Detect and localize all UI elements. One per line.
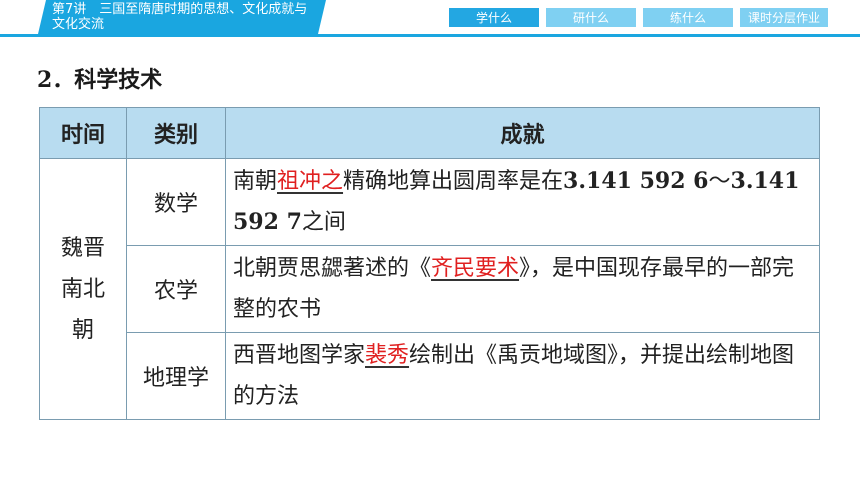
achievement-cell: 南朝祖冲之精确地算出圆周率是在3.141 592 6～3.141 592 7之间 bbox=[225, 158, 820, 246]
category-cell: 数学 bbox=[126, 158, 226, 246]
era-line: 南北 bbox=[60, 276, 105, 302]
range-separator: ～ bbox=[708, 169, 731, 194]
achievement-cell: 西晋地图学家裴秀绘制出《禹贡地域图》，并提出绘制地图的方法 bbox=[225, 332, 820, 420]
category-cell: 农学 bbox=[126, 245, 226, 333]
table-row: 地理学 西晋地图学家裴秀绘制出《禹贡地域图》，并提出绘制地图的方法 bbox=[40, 332, 820, 420]
header-achievement: 成就 bbox=[225, 107, 820, 159]
achievement-text: 西晋地图学家 bbox=[233, 343, 366, 368]
achievements-table: 时间 类别 成就 魏晋 南北 朝 数学 南朝祖冲之精确地算出圆周率是在3.141… bbox=[39, 107, 820, 420]
pi-lower-bound: 3.141 592 6 bbox=[563, 168, 709, 194]
achievement-cell: 北朝贾思勰著述的《齐民要术》，是中国现存最早的一部完整的农书 bbox=[225, 245, 820, 333]
header-divider bbox=[0, 34, 860, 37]
nav-study-what[interactable]: 研什么 bbox=[546, 8, 636, 30]
section-title: 2．科学技术 bbox=[37, 67, 163, 93]
key-book: 齐民要术 bbox=[431, 256, 520, 281]
lesson-title: 第7讲 三国至隋唐时期的思想、文化成就与文化交流 bbox=[52, 2, 308, 32]
nav-learn-what[interactable]: 学什么 bbox=[449, 8, 539, 30]
achievement-text: 精确地算出圆周率是在 bbox=[343, 169, 564, 194]
table-header-row: 时间 类别 成就 bbox=[39, 107, 820, 159]
category-cell: 地理学 bbox=[126, 332, 226, 420]
era-line: 朝 bbox=[71, 317, 94, 343]
lesson-title-tab: 第7讲 三国至隋唐时期的思想、文化成就与文化交流 bbox=[38, 0, 326, 34]
achievement-text: 南朝 bbox=[233, 169, 278, 194]
nav-practice-what[interactable]: 练什么 bbox=[643, 8, 733, 30]
era-line: 魏晋 bbox=[60, 235, 105, 261]
key-person: 裴秀 bbox=[365, 343, 410, 368]
table-row: 魏晋 南北 朝 数学 南朝祖冲之精确地算出圆周率是在3.141 592 6～3.… bbox=[39, 158, 820, 420]
nav-homework[interactable]: 课时分层作业 bbox=[740, 8, 828, 30]
header-time: 时间 bbox=[39, 107, 127, 159]
header-category: 类别 bbox=[126, 107, 226, 159]
table-row: 农学 北朝贾思勰著述的《齐民要术》，是中国现存最早的一部完整的农书 bbox=[40, 245, 820, 333]
era-cell: 魏晋 南北 朝 bbox=[39, 158, 127, 420]
key-person: 祖冲之 bbox=[277, 169, 344, 194]
achievement-text: 之间 bbox=[301, 210, 346, 235]
achievement-text: 北朝贾思勰著述的《 bbox=[233, 256, 432, 281]
